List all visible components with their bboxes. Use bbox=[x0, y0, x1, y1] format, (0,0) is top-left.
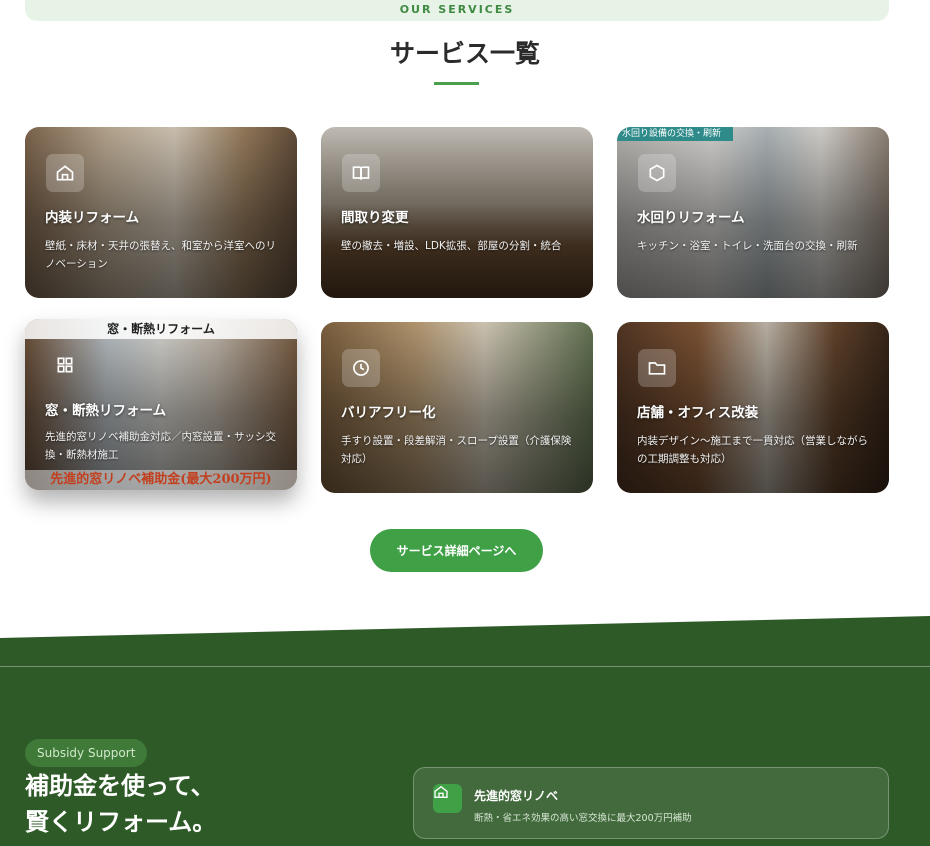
subsidy-chip: Subsidy Support bbox=[25, 739, 148, 767]
section-eyebrow: OUR SERVICES bbox=[399, 3, 515, 16]
card-description: 内装デザイン〜施工まで一貫対応（営業しながらの工期調整も対応） bbox=[637, 435, 868, 465]
title-underline bbox=[434, 82, 479, 85]
card-description: 壁の撤去・増設、LDK拡張、部屋の分割・統合 bbox=[341, 240, 562, 252]
photo-caption: 水回り設備の交換・刷新 bbox=[617, 127, 734, 141]
service-card-window[interactable]: 窓・断熱リフォーム 先進的窓リノベ補助金(最大200万円) 窓・断熱リフォーム … bbox=[25, 319, 297, 490]
folder-icon bbox=[638, 349, 676, 387]
card-description: キッチン・浴室・トイレ・洗面台の交換・刷新 bbox=[637, 240, 858, 252]
service-card-store-office[interactable]: 店舗・オフィス改装 内装デザイン〜施工まで一貫対応（営業しながらの工期調整も対応… bbox=[617, 322, 889, 493]
eyebrow-pill: OUR SERVICES bbox=[25, 0, 889, 21]
subsidy-heading-line2: 賢くリフォーム。 bbox=[25, 807, 217, 836]
clock-icon bbox=[342, 349, 380, 387]
subsidy-card-title: 先進的窓リノベ bbox=[474, 789, 559, 803]
hexagon-icon bbox=[638, 154, 676, 192]
band-divider bbox=[0, 666, 930, 667]
grid-icon bbox=[46, 346, 84, 384]
photo-banner: 窓・断熱リフォーム bbox=[25, 319, 297, 339]
service-card-barrier-free[interactable]: バリアフリー化 手すり設置・段差解消・スロープ設置（介護保険対応） bbox=[321, 322, 593, 493]
home-icon bbox=[46, 154, 84, 192]
card-title: 窓・断熱リフォーム bbox=[45, 403, 167, 419]
section-title: サービス一覧 bbox=[389, 39, 540, 68]
card-title: 間取り変更 bbox=[341, 210, 409, 226]
card-title: バリアフリー化 bbox=[341, 405, 436, 421]
card-title: 水回りリフォーム bbox=[637, 210, 745, 226]
subsidy-card-window-renovation[interactable]: 先進的窓リノベ 断熱・省エネ効果の高い窓交換に最大200万円補助 bbox=[413, 767, 889, 839]
card-title: 店舗・オフィス改装 bbox=[637, 405, 759, 421]
card-description: 手すり設置・段差解消・スロープ設置（介護保険対応） bbox=[341, 435, 572, 465]
card-description: 壁紙・床材・天井の張替え、和室から洋室へのリノベーション bbox=[45, 240, 276, 270]
book-icon bbox=[342, 154, 380, 192]
home-icon bbox=[433, 784, 462, 813]
photo-subsidy-banner: 先進的窓リノベ補助金(最大200万円) bbox=[25, 470, 297, 490]
service-card-water[interactable]: 水回り設備の交換・刷新 水回りリフォーム キッチン・浴室・トイレ・洗面台の交換・… bbox=[617, 127, 889, 298]
subsidy-heading: 補助金を使って、 賢くリフォーム。 bbox=[25, 768, 216, 840]
service-details-button[interactable]: サービス詳細ページへ bbox=[370, 529, 543, 572]
subsidy-section: Subsidy Support 補助金を使って、 賢くリフォーム。 先進的窓リノ… bbox=[0, 600, 930, 846]
subsidy-heading-line1: 補助金を使って、 bbox=[25, 771, 215, 800]
subsidy-card-description: 断熱・省エネ効果の高い窓交換に最大200万円補助 bbox=[474, 813, 692, 824]
card-title: 内装リフォーム bbox=[45, 210, 140, 226]
service-card-interior[interactable]: 内装リフォーム 壁紙・床材・天井の張替え、和室から洋室へのリノベーション bbox=[25, 127, 297, 298]
card-description: 先進的窓リノベ補助金対応／内窓設置・サッシ交換・断熱材施工 bbox=[45, 431, 276, 461]
service-card-layout[interactable]: 間取り変更 壁の撤去・増設、LDK拡張、部屋の分割・統合 bbox=[321, 127, 593, 298]
